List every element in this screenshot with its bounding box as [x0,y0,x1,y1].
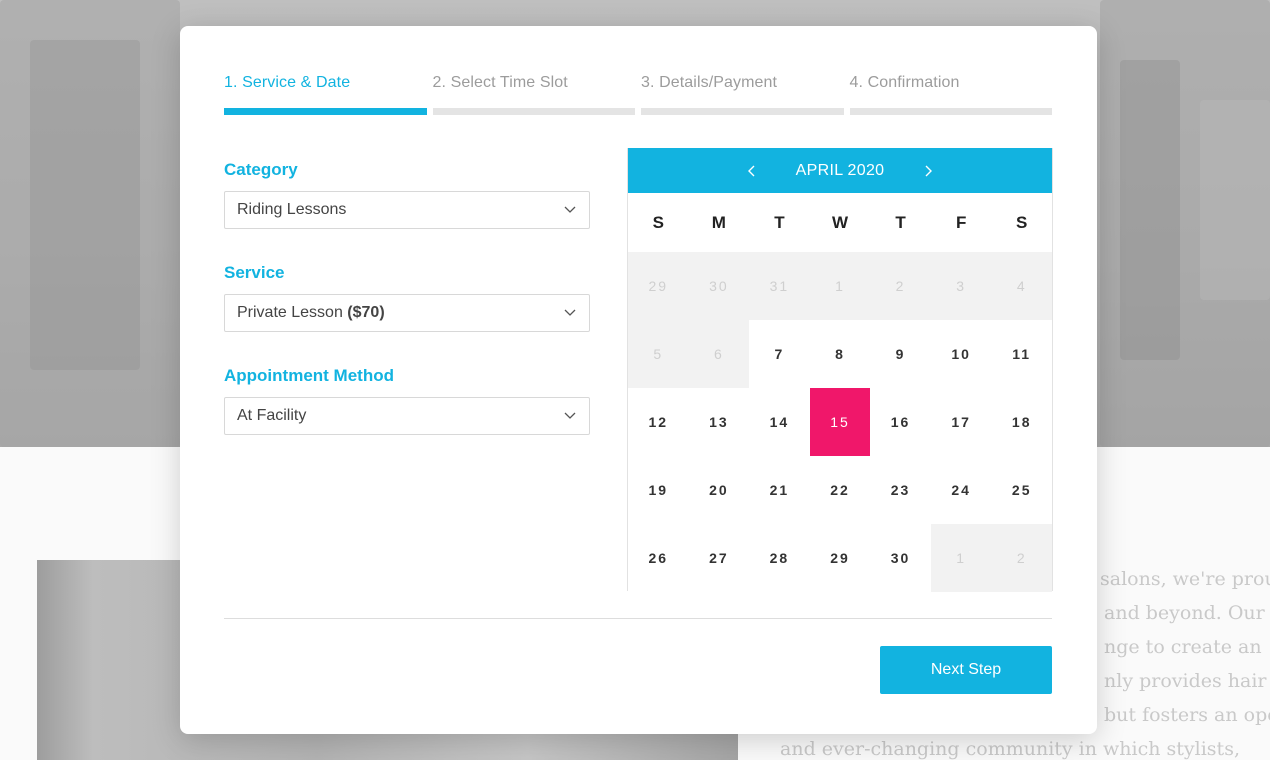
calendar-day-outside-month: 29 [628,252,689,320]
weekday-label: T [774,212,785,232]
step-progress-bar [432,108,635,115]
step-progress-bar [224,108,427,115]
chevron-left-icon [747,165,755,176]
calendar-day-outside-month: 1 [809,252,871,320]
step-progress-bar [641,108,844,115]
calendar-day[interactable]: 26 [628,524,689,592]
calendar-day[interactable]: 30 [870,524,931,592]
calendar-day[interactable]: 19 [628,456,689,524]
weekday-label: F [955,212,967,232]
next-step-button[interactable]: Next Step [880,646,1052,694]
service-value: Private Lesson ($70) [237,304,385,322]
category-select[interactable]: Riding Lessons [224,191,590,229]
previous-month-button[interactable] [746,165,758,177]
calendar-header: APRIL 2020 [628,148,1052,193]
calendar-day[interactable]: 28 [749,524,810,592]
calendar-day[interactable]: 29 [809,524,871,592]
step-progress-bar [849,108,1052,115]
weekday-header-row: S M T W T F S [628,193,1052,252]
calendar-day[interactable]: 13 [688,388,750,456]
next-month-button[interactable] [922,165,934,177]
step-service-date[interactable]: 1. Service & Date [224,74,427,118]
calendar-day[interactable]: 14 [749,388,810,456]
calendar-day-outside-month: 30 [688,252,750,320]
calendar-month-label: APRIL 2020 [795,161,885,179]
calendar-day[interactable]: 10 [930,320,992,388]
calendar-day[interactable]: 17 [930,388,992,456]
step-confirmation[interactable]: 4. Confirmation [849,74,1052,118]
weekday-label: S [1016,212,1028,232]
service-label: Service [224,263,285,282]
calendar-day[interactable]: 9 [870,320,931,388]
calendar-day[interactable]: 12 [628,388,689,456]
category-value: Riding Lessons [237,201,347,218]
calendar-day-outside-month: 2 [870,252,931,320]
service-select[interactable]: Private Lesson ($70) [224,294,590,332]
step-select-time-slot[interactable]: 2. Select Time Slot [432,74,635,118]
calendar-day[interactable]: 20 [688,456,750,524]
service-form: Category Riding Lessons Service Private … [224,160,590,469]
calendar-day[interactable]: 25 [991,456,1052,524]
weekday-label: T [895,212,906,232]
date-calendar: APRIL 2020 S M T W T F S 29 30 31 1 2 3 4 5 6 7 8 9… [627,148,1053,592]
chevron-right-icon [925,165,933,176]
background-text-line: and ever-changing community in which sty… [780,738,1240,760]
weekday-label: W [831,212,849,232]
calendar-day[interactable]: 24 [930,456,992,524]
category-label: Category [224,160,298,179]
calendar-day[interactable]: 18 [991,388,1052,456]
calendar-day[interactable]: 21 [749,456,810,524]
service-price: ($70) [347,304,385,321]
calendar-day-outside-month: 3 [930,252,992,320]
calendar-day[interactable]: 23 [870,456,931,524]
step-label: 4. Confirmation [849,74,960,91]
calendar-day[interactable]: 8 [809,320,871,388]
appointment-method-label: Appointment Method [224,366,394,385]
appointment-method-select[interactable]: At Facility [224,397,590,435]
footer-divider [224,618,1052,619]
calendar-day-outside-month: 31 [749,252,810,320]
chevron-down-icon [564,412,576,419]
progress-steps: 1. Service & Date 2. Select Time Slot 3.… [224,74,1052,118]
step-label: 2. Select Time Slot [432,74,568,91]
calendar-day-outside-month: 5 [628,320,689,388]
weekday-label: M [711,212,726,232]
weekday-label: S [652,212,664,232]
calendar-day[interactable]: 22 [809,456,871,524]
calendar-day-grid: 29 30 31 1 2 3 4 5 6 7 8 9 10 11 12 13 14 15 16 17 18 19 20 21 2… [628,252,1052,592]
calendar-day-outside-month: 6 [688,320,750,388]
calendar-day[interactable]: 27 [688,524,750,592]
calendar-day-outside-month: 2 [991,524,1052,592]
service-name: Private Lesson [237,304,343,321]
chevron-down-icon [564,309,576,316]
step-details-payment[interactable]: 3. Details/Payment [641,74,844,118]
chevron-down-icon [564,206,576,213]
booking-modal: 1. Service & Date 2. Select Time Slot 3.… [180,26,1097,734]
step-label: 3. Details/Payment [641,74,778,91]
calendar-day-selected[interactable]: 15 [809,388,871,456]
calendar-day-outside-month: 4 [991,252,1052,320]
calendar-day[interactable]: 11 [991,320,1052,388]
step-label: 1. Service & Date [224,74,351,91]
calendar-day-outside-month: 1 [930,524,992,592]
calendar-day[interactable]: 16 [870,388,931,456]
calendar-day[interactable]: 7 [749,320,810,388]
appointment-method-value: At Facility [237,407,307,424]
